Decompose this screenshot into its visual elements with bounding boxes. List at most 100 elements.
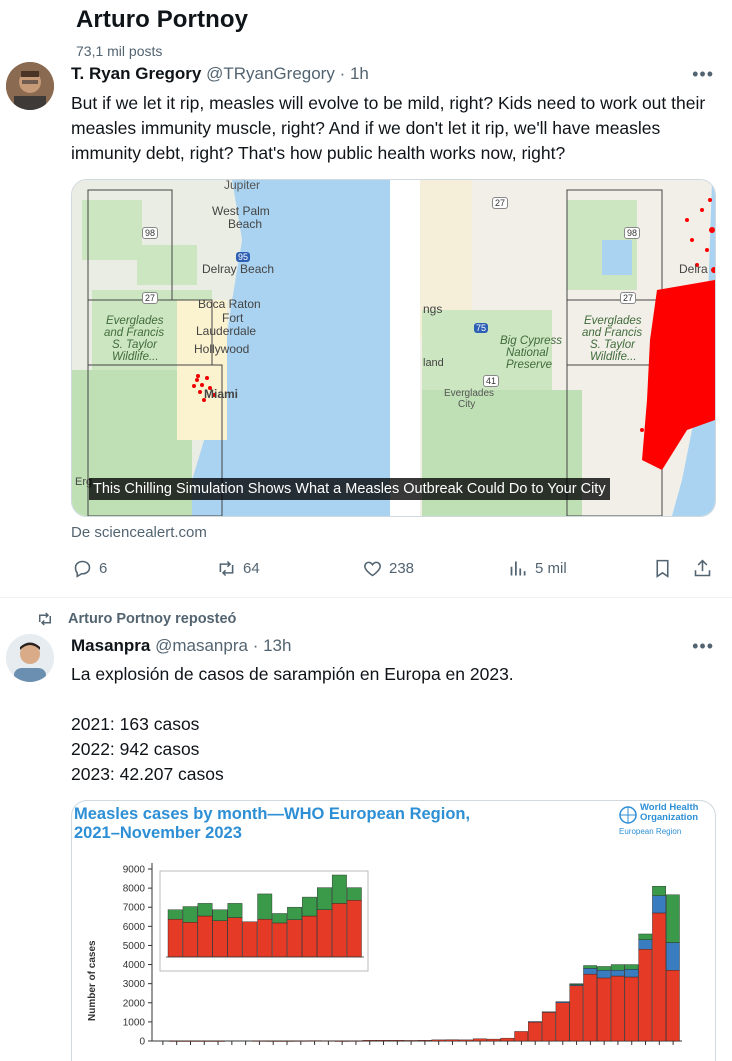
post-time[interactable]: · 1h: [340, 64, 369, 83]
map-label: West Palm: [212, 204, 270, 218]
like-count: 238: [389, 560, 415, 577]
map-shield: 41: [483, 375, 500, 387]
like-button[interactable]: 238: [362, 558, 414, 579]
author-handle[interactable]: @TRyanGregory: [206, 64, 335, 83]
chart-bar: [569, 983, 584, 985]
share-icon: [694, 559, 711, 577]
repost-icon: [219, 560, 234, 577]
chart-bar: [583, 973, 597, 1042]
inset-bar: [317, 909, 332, 958]
link-source[interactable]: De sciencealert.com: [71, 524, 207, 541]
y-tick-label: 9000: [123, 865, 146, 876]
chart-bar: [652, 895, 666, 914]
chart-image[interactable]: Measles cases by month—WHO European Regi…: [71, 800, 716, 1061]
map-label: Hollywood: [194, 342, 250, 356]
chart-bar: [610, 964, 625, 971]
chart-bar: [666, 970, 680, 1042]
map-label: Lauderdale: [196, 324, 257, 338]
chart-bar: [266, 1040, 280, 1042]
chart-bar: [335, 1040, 349, 1042]
bookmark-button[interactable]: [652, 558, 673, 579]
profile-header: Arturo Portnoy 73,1 mil posts: [0, 0, 732, 62]
chart-bar: [500, 1037, 515, 1042]
repost-button[interactable]: 64: [216, 558, 260, 579]
chart-bar: [638, 939, 653, 950]
chart-bar: [321, 1040, 335, 1042]
media-caption: This Chilling Simulation Shows What a Me…: [89, 478, 610, 500]
chart-bar: [293, 1040, 308, 1042]
more-options-icon[interactable]: •••: [692, 636, 714, 657]
map-label: ngs: [423, 302, 443, 316]
link-card-image[interactable]: Jupiter West Palm Beach Delray Beach Boc…: [71, 179, 716, 517]
repost-banner-text: Arturo Portnoy reposteó: [68, 611, 237, 627]
reply-icon: [74, 560, 91, 578]
map-label: Big Cypress: [500, 335, 562, 347]
tweet-text: La explosión de casos de sarampión en Eu…: [71, 664, 514, 784]
chart-bar: [307, 1040, 322, 1042]
chart-bar: [376, 1040, 391, 1042]
inset-bar: [346, 887, 362, 901]
chart-bar: [362, 1040, 377, 1042]
chart-bar: [597, 966, 611, 971]
chart-bar: [597, 970, 611, 979]
inset-bar: [287, 906, 303, 920]
tweet-text: But if we let it rip, measles will evolv…: [71, 93, 706, 163]
chart-bar: [528, 1021, 542, 1023]
y-tick-label: 0: [139, 1037, 145, 1048]
map-label: land: [423, 357, 444, 369]
share-button[interactable]: [692, 558, 713, 579]
repost-banner[interactable]: Arturo Portnoy reposteó: [36, 610, 236, 628]
map-label: S. Taylor: [590, 339, 635, 351]
map-label: City: [458, 399, 476, 410]
map-label: Delray Beach: [202, 262, 275, 276]
chart-bar: [514, 1031, 529, 1042]
chart-bar: [252, 1040, 267, 1042]
chart-bar: [638, 949, 653, 1042]
y-tick-label: 5000: [123, 941, 146, 952]
inset-bar: [257, 918, 273, 958]
inset-bar: [167, 918, 183, 958]
y-tick-label: 6000: [123, 922, 146, 933]
chart-bar: [597, 977, 611, 1042]
avatar[interactable]: [6, 62, 54, 110]
inset-bar: [302, 915, 317, 958]
map-label: and Francis: [582, 327, 643, 339]
chart-bar: [210, 1040, 225, 1042]
more-options-icon[interactable]: •••: [692, 64, 714, 85]
repost-count: 64: [243, 560, 260, 577]
view-count: 5 mil: [535, 560, 567, 577]
inset-bar: [242, 921, 258, 958]
map-label: Boca Raton: [198, 297, 261, 311]
chart-bar: [624, 976, 639, 1042]
inset-bar: [272, 922, 288, 958]
map-shield: 98: [142, 227, 159, 239]
analytics-icon: [510, 561, 526, 576]
author-handle[interactable]: @masanpra: [155, 636, 248, 655]
map-label: Jupiter: [224, 179, 261, 192]
map-label: Delra: [679, 262, 708, 276]
chart-bar: [555, 1001, 570, 1003]
chart-bar: [528, 1021, 542, 1042]
post-time[interactable]: · 13h: [253, 636, 292, 655]
chart-bar: [390, 1040, 404, 1042]
map-label: Miami: [204, 387, 239, 401]
map-label: Everglades: [584, 315, 642, 327]
chart-bar: [583, 965, 597, 969]
y-tick-label: 2000: [123, 998, 146, 1009]
inset-bar: [317, 887, 332, 910]
chart-bar: [610, 975, 625, 1042]
reply-button[interactable]: 6: [72, 558, 107, 579]
chart-bar: [417, 1040, 432, 1042]
author-name[interactable]: T. Ryan Gregory: [71, 64, 201, 83]
inset-bar: [182, 922, 198, 958]
avatar[interactable]: [6, 634, 54, 682]
chart-bar: [472, 1038, 487, 1042]
map-label: National: [506, 347, 549, 359]
chart-bar: [569, 985, 584, 1042]
chart-bar: [541, 1012, 556, 1042]
inset-bar: [227, 903, 243, 918]
chart-bar: [445, 1039, 460, 1042]
author-name[interactable]: Masanpra: [71, 636, 150, 655]
views-button[interactable]: 5 mil: [508, 558, 567, 579]
tweet-actions: 6 64 238 5 mil: [0, 558, 732, 582]
